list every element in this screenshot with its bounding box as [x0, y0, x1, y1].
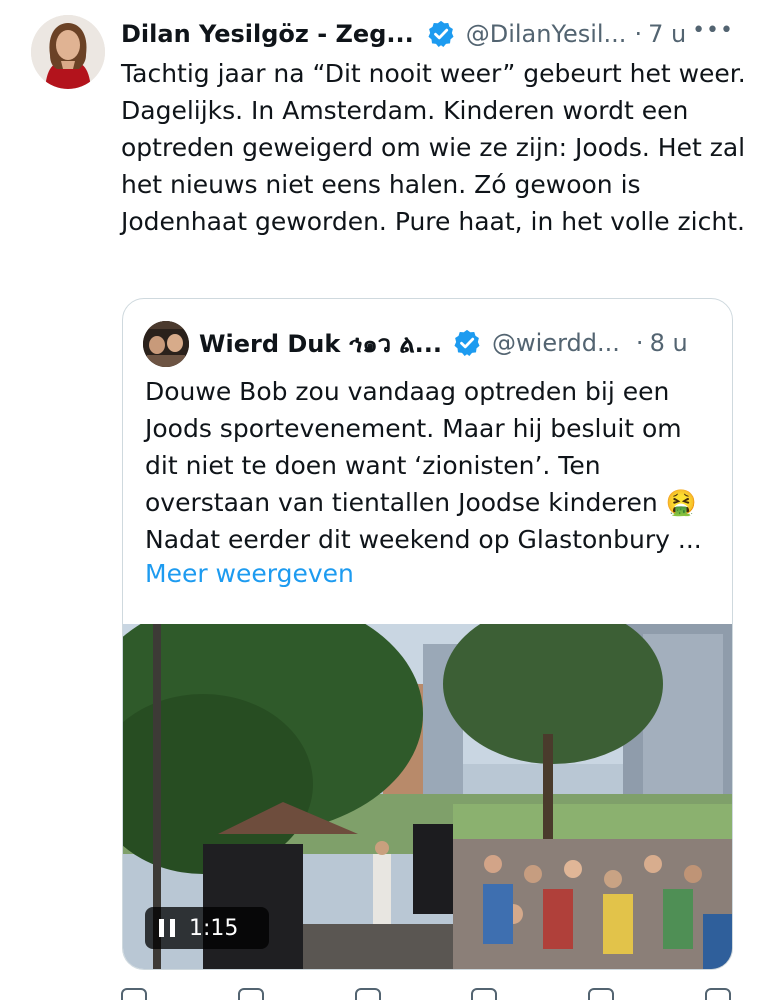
tweet-text: Tachtig jaar na “Dit nooit weer” gebeurt… [121, 59, 746, 236]
views-icon[interactable] [471, 988, 498, 1000]
share-icon[interactable] [704, 988, 731, 1000]
reply-icon[interactable] [121, 988, 147, 1000]
tweet-header: Dilan Yesilgöz - Zeg... @DilanYesil... ·… [121, 14, 741, 54]
video-duration: 1:15 [189, 915, 239, 941]
quoted-tweet[interactable]: Wierd Duk ኅ๑ว ል... @wierdd... · 8 u Douw… [122, 298, 733, 970]
quote-author-handle[interactable]: @wierdd... [492, 329, 620, 357]
separator-dot: · [634, 20, 643, 48]
author-handle[interactable]: @DilanYesil... [466, 20, 627, 48]
quote-header: Wierd Duk ኅ๑ว ል... @wierdd... · 8 u [199, 323, 719, 363]
quote-text: Douwe Bob zou vandaag optreden bij een J… [145, 377, 702, 554]
tweet-actions [121, 988, 731, 1000]
author-avatar[interactable] [31, 15, 105, 89]
retweet-icon[interactable] [237, 988, 264, 1000]
verified-badge-icon [452, 328, 482, 358]
video-thumbnail[interactable]: 1:15 [123, 624, 732, 969]
quote-separator: · [635, 329, 644, 357]
quote-timestamp[interactable]: 8 u [650, 329, 688, 357]
like-icon[interactable] [354, 988, 381, 1000]
author-name[interactable]: Dilan Yesilgöz - Zeg... [121, 20, 414, 48]
tweet-timestamp[interactable]: 7 u [648, 20, 686, 48]
quote-author-name[interactable]: Wierd Duk ኅ๑ว ል... [199, 324, 442, 363]
bookmark-icon[interactable] [588, 988, 615, 1000]
quote-author-avatar[interactable] [143, 321, 189, 367]
more-icon[interactable]: ••• [692, 18, 734, 43]
verified-badge-icon [426, 19, 456, 49]
pause-icon[interactable] [159, 919, 175, 937]
show-more-link[interactable]: Meer weergeven [145, 559, 354, 588]
video-controls[interactable]: 1:15 [145, 907, 269, 949]
